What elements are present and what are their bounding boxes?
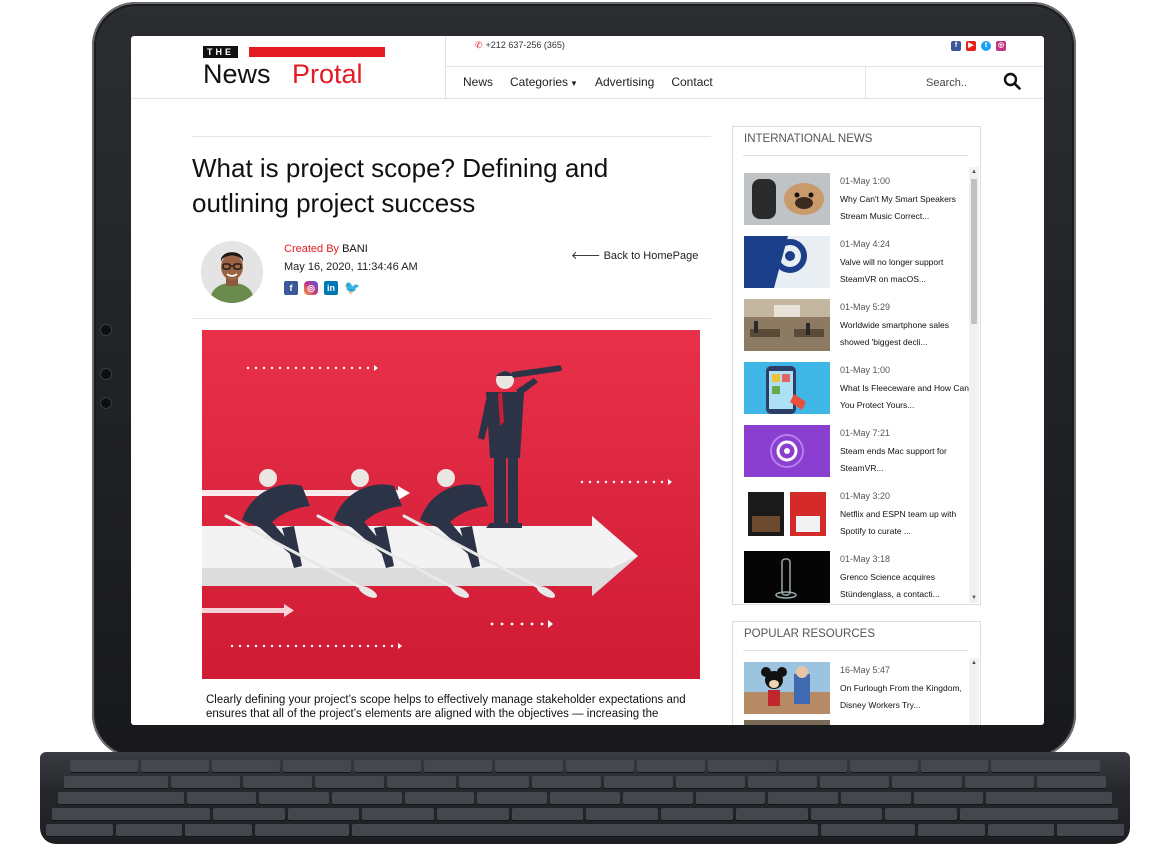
news-time: 01-May 5:29 <box>840 302 891 312</box>
article-title: What is project scope? Defining and outl… <box>192 153 609 218</box>
logo-news-text: News <box>203 59 271 89</box>
instagram-icon[interactable]: ◎ <box>304 281 318 295</box>
news-thumbnail <box>744 551 830 603</box>
article-hero-image <box>202 330 700 679</box>
nav-item-categories[interactable]: Categories ▼ <box>510 75 578 89</box>
news-title: Valve will no longer support SteamVR on … <box>840 257 944 284</box>
news-item[interactable]: 16-May 5:47 On Furlough From the Kingdom… <box>744 662 969 716</box>
international-news-panel: INTERNATIONAL NEWS 01-May 1:00 Why Can't… <box>732 126 981 605</box>
phone-icon: ✆ <box>475 40 483 50</box>
news-time: 01-May 7:21 <box>840 428 891 438</box>
news-thumbnail <box>744 362 830 414</box>
back-to-homepage-link[interactable]: 🡐 Back to HomePage <box>571 248 698 262</box>
news-thumbnail <box>744 488 830 540</box>
scroll-up-icon[interactable]: ▲ <box>971 660 977 666</box>
news-title: Why Can't My Smart Speakers Stream Music… <box>840 194 956 221</box>
header-social-links: f ▶ t ◎ <box>951 41 1006 51</box>
news-time: 01-May 3:20 <box>840 491 891 501</box>
facebook-icon[interactable]: f <box>284 281 298 295</box>
facebook-icon[interactable]: f <box>951 41 961 51</box>
caret-down-icon: ▼ <box>570 79 578 88</box>
news-time: 01-May 1:00 <box>840 365 891 375</box>
panel-title: INTERNATIONAL NEWS <box>744 133 873 145</box>
news-thumbnail <box>744 662 830 714</box>
news-item[interactable]: 01-May 1:00 Why Can't My Smart Speakers … <box>744 173 969 227</box>
news-item[interactable] <box>744 720 969 725</box>
logo-protal-text: Protal <box>292 59 363 89</box>
scrollbar-thumb[interactable] <box>971 179 977 324</box>
news-item[interactable]: 01-May 3:20 Netflix and ESPN team up wit… <box>744 488 969 542</box>
back-to-homepage-label: Back to HomePage <box>603 250 699 262</box>
linkedin-icon[interactable]: in <box>324 281 338 295</box>
twitter-icon[interactable]: 🐦 <box>344 281 360 295</box>
news-title: Worldwide smartphone sales showed 'bigge… <box>840 320 949 347</box>
popular-resources-panel: POPULAR RESOURCES 16-May 5:47 On Furloug… <box>732 621 981 725</box>
scrollbar[interactable]: ▲ <box>969 658 979 725</box>
divider <box>743 155 968 156</box>
article-body: Clearly defining your project’s scope he… <box>206 694 686 720</box>
divider <box>743 650 968 651</box>
news-time: 01-May 1:00 <box>840 176 891 186</box>
scroll-down-icon[interactable]: ▼ <box>971 595 977 601</box>
scrollbar[interactable]: ▲ ▼ <box>969 167 979 603</box>
header-divider <box>446 66 1044 67</box>
screen: THE News Protal ✆ +212 637-256 (365) f ▶ … <box>131 36 1044 725</box>
panel-title: POPULAR RESOURCES <box>744 628 876 640</box>
news-thumbnail <box>744 720 830 725</box>
nav-item-categories-label: Categories <box>510 75 569 89</box>
created-by-label: Created By <box>284 243 340 255</box>
side-camera-dot <box>100 368 112 380</box>
youtube-icon[interactable]: ▶ <box>966 41 976 51</box>
news-title: Grenco Science acquires Stündenglass, a … <box>840 572 940 599</box>
author-line: Created By BANI <box>284 243 368 255</box>
arrow-left-icon: 🡐 <box>571 250 601 262</box>
news-item[interactable]: 01-May 1:00 What Is Fleeceware and How C… <box>744 362 969 416</box>
author-name[interactable]: BANI <box>342 243 368 255</box>
nav-item-advertising[interactable]: Advertising <box>595 75 654 89</box>
news-item[interactable]: 01-May 5:29 Worldwide smartphone sales s… <box>744 299 969 353</box>
news-time: 16-May 5:47 <box>840 665 891 675</box>
side-camera-dot <box>100 397 112 409</box>
news-title: Steam ends Mac support for SteamVR... <box>840 446 947 473</box>
site-logo[interactable]: THE News Protal <box>203 46 385 90</box>
divider <box>192 318 711 319</box>
logo-the-text: THE <box>203 46 238 58</box>
news-item[interactable]: 01-May 3:18 Grenco Science acquires Stün… <box>744 551 969 605</box>
twitter-icon[interactable]: t <box>981 41 991 51</box>
divider <box>192 136 711 137</box>
header-divider <box>445 36 446 99</box>
news-title: Netflix and ESPN team up with Spotify to… <box>840 509 957 536</box>
nav-item-news[interactable]: News <box>463 75 493 89</box>
phone-contact[interactable]: ✆ +212 637-256 (365) <box>475 40 565 51</box>
news-item[interactable]: 01-May 4:24 Valve will no longer support… <box>744 236 969 290</box>
article-share-links: f ◎ in 🐦 <box>284 281 360 295</box>
site-header: THE News Protal ✆ +212 637-256 (365) f ▶ … <box>131 36 1044 99</box>
phone-number: +212 637-256 (365) <box>485 40 565 50</box>
main-nav: News Categories ▼ Advertising Contact <box>463 75 713 89</box>
news-thumbnail <box>744 236 830 288</box>
nav-item-contact[interactable]: Contact <box>671 75 712 89</box>
article-date: May 16, 2020, 11:34:46 AM <box>284 261 418 273</box>
search-divider <box>865 66 866 99</box>
news-title: On Furlough From the Kingdom, Disney Wor… <box>840 683 962 710</box>
keyboard <box>40 752 1130 844</box>
search-input[interactable]: Search.. <box>926 77 967 89</box>
side-camera-dot <box>100 324 112 336</box>
news-title: What Is Fleeceware and How Can You Prote… <box>840 383 969 410</box>
news-thumbnail <box>744 299 830 351</box>
news-time: 01-May 3:18 <box>840 554 891 564</box>
logo-red-bar <box>249 47 385 57</box>
news-time: 01-May 4:24 <box>840 239 891 249</box>
news-item[interactable]: 01-May 7:21 Steam ends Mac support for S… <box>744 425 969 479</box>
instagram-icon[interactable]: ◎ <box>996 41 1006 51</box>
news-thumbnail <box>744 425 830 477</box>
news-thumbnail <box>744 173 830 225</box>
author-avatar <box>201 241 263 303</box>
scroll-up-icon[interactable]: ▲ <box>971 169 977 175</box>
search-icon[interactable] <box>1003 72 1021 90</box>
